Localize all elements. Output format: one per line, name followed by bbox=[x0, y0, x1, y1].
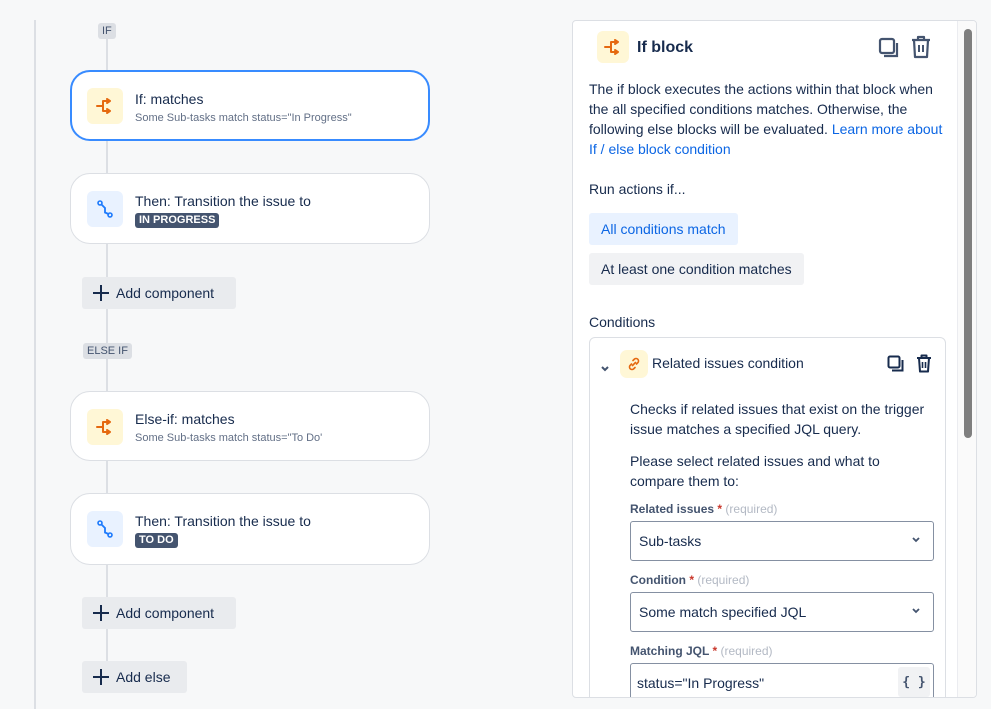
condition-title: Related issues condition bbox=[652, 355, 804, 371]
condition-label: Condition * (required) bbox=[630, 573, 749, 587]
transition-icon bbox=[87, 511, 123, 547]
link-icon bbox=[620, 350, 648, 378]
condition-description: Checks if related issues that exist on t… bbox=[630, 401, 925, 437]
jql-value: status="In Progress" bbox=[637, 675, 765, 691]
branch-icon bbox=[87, 88, 123, 124]
required-asterisk: * bbox=[709, 644, 718, 658]
chevron-down-icon bbox=[912, 537, 920, 543]
related-issues-select[interactable]: Sub-tasks bbox=[630, 521, 934, 561]
label-text: Matching JQL bbox=[630, 644, 710, 658]
add-component-button[interactable]: Add component bbox=[82, 597, 236, 629]
condition-select[interactable]: Some match specified JQL bbox=[630, 592, 934, 632]
card-subtitle: Some Sub-tasks match status="In Progress… bbox=[135, 112, 352, 124]
run-actions-label: Run actions if... bbox=[589, 181, 686, 197]
add-else-label: Add else bbox=[116, 669, 171, 685]
select-value: Some match specified JQL bbox=[639, 604, 807, 620]
else-if-matches-card[interactable]: Else-if: matches Some Sub-tasks match st… bbox=[70, 391, 430, 461]
matching-jql-input[interactable]: status="In Progress" { } bbox=[630, 663, 934, 697]
conditions-heading: Conditions bbox=[589, 314, 656, 330]
label-text: Related issues bbox=[630, 502, 715, 516]
required-hint: (required) bbox=[697, 573, 750, 587]
then-transition-card-2[interactable]: Then: Transition the issue to TO DO bbox=[70, 493, 430, 565]
card-title: Then: Transition the issue to bbox=[135, 193, 311, 209]
plus-icon bbox=[93, 669, 109, 685]
condition-instruction: Please select related issues and what to… bbox=[630, 453, 880, 489]
label-text: Condition bbox=[630, 573, 686, 587]
flow-connector bbox=[106, 460, 108, 494]
if-matches-card[interactable]: If: matches Some Sub-tasks match status=… bbox=[70, 70, 430, 141]
card-subtitle: Some Sub-tasks match status="To Do' bbox=[135, 432, 323, 444]
if-lozenge: IF bbox=[98, 23, 116, 39]
flow-connector bbox=[106, 140, 108, 174]
then-transition-card-1[interactable]: Then: Transition the issue to IN PROGRES… bbox=[70, 173, 430, 244]
branch-icon bbox=[87, 409, 123, 445]
add-component-button[interactable]: Add component bbox=[82, 277, 236, 309]
trash-icon[interactable] bbox=[916, 354, 932, 378]
panel-description: The if block executes the actions within… bbox=[589, 79, 949, 159]
plus-icon bbox=[93, 605, 109, 621]
card-title: Then: Transition the issue to bbox=[135, 513, 311, 529]
related-issues-label: Related issues * (required) bbox=[630, 502, 777, 516]
required-asterisk: * bbox=[685, 573, 694, 587]
duplicate-icon[interactable] bbox=[887, 355, 905, 378]
status-lozenge: IN PROGRESS bbox=[135, 213, 220, 228]
flow-connector bbox=[106, 356, 108, 392]
collapse-chevron-icon[interactable] bbox=[600, 360, 610, 378]
if-block-config-panel: If block The if block executes the actio… bbox=[572, 20, 977, 698]
scrollbar-thumb[interactable] bbox=[964, 29, 972, 438]
required-hint: (required) bbox=[725, 502, 778, 516]
required-hint: (required) bbox=[720, 644, 773, 658]
panel-title: If block bbox=[637, 39, 694, 56]
add-else-button[interactable]: Add else bbox=[82, 661, 187, 693]
add-component-label: Add component bbox=[116, 285, 215, 301]
panel-scrollbar[interactable] bbox=[957, 21, 976, 697]
transition-icon bbox=[87, 191, 123, 227]
smart-values-button[interactable]: { } bbox=[898, 667, 930, 697]
chevron-down-icon bbox=[912, 608, 920, 614]
duplicate-icon[interactable] bbox=[878, 37, 900, 64]
left-rail-divider bbox=[34, 20, 36, 709]
related-issues-condition: Related issues condition Checks if relat… bbox=[589, 337, 946, 697]
select-value: Sub-tasks bbox=[639, 533, 702, 549]
required-asterisk: * bbox=[714, 502, 723, 516]
status-lozenge: TO DO bbox=[135, 533, 178, 548]
plus-icon bbox=[93, 285, 109, 301]
add-component-label: Add component bbox=[116, 605, 215, 621]
card-title: If: matches bbox=[135, 91, 204, 107]
at-least-one-condition-option[interactable]: At least one condition matches bbox=[589, 253, 804, 285]
trash-icon[interactable] bbox=[910, 35, 932, 64]
all-conditions-match-option[interactable]: All conditions match bbox=[589, 213, 738, 245]
flow-connector bbox=[106, 38, 108, 72]
card-title: Else-if: matches bbox=[135, 411, 235, 427]
else-if-lozenge: ELSE IF bbox=[83, 343, 132, 359]
matching-jql-label: Matching JQL * (required) bbox=[630, 644, 773, 658]
branch-icon bbox=[597, 31, 629, 63]
